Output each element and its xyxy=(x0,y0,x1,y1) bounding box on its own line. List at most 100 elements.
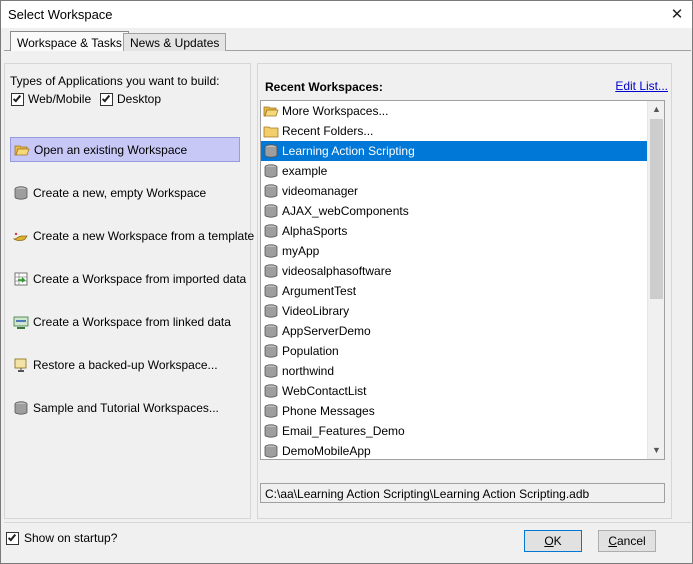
task-label: Open an existing Workspace xyxy=(34,142,188,157)
workspace-list-item[interactable]: Phone Messages xyxy=(261,401,647,421)
workspace-list-item[interactable]: northwind xyxy=(261,361,647,381)
database-icon xyxy=(263,163,279,179)
recent-workspaces-panel: Recent Workspaces: Edit List... More Wor… xyxy=(257,63,672,519)
show-on-startup-label: Show on startup? xyxy=(24,531,118,545)
task-create-from-linked[interactable]: Create a Workspace from linked data xyxy=(10,309,240,334)
task-create-from-imported[interactable]: Create a Workspace from imported data xyxy=(10,266,246,291)
scroll-thumb[interactable] xyxy=(650,119,663,299)
web-mobile-checkbox[interactable] xyxy=(11,92,24,106)
task-label: Create a new, empty Workspace xyxy=(33,185,207,200)
workspace-list-item[interactable]: DemoMobileApp xyxy=(261,441,647,459)
database-icon xyxy=(263,343,279,359)
database-icon xyxy=(263,223,279,239)
database-icon xyxy=(263,423,279,439)
workspace-list-item-label: AlphaSports xyxy=(282,224,348,238)
scroll-down-arrow[interactable]: ▼ xyxy=(648,442,664,459)
database-icon xyxy=(13,185,29,201)
scroll-up-arrow[interactable]: ▲ xyxy=(648,101,664,118)
task-create-empty[interactable]: Create a new, empty Workspace xyxy=(10,180,240,205)
database-icon xyxy=(13,400,29,416)
workspace-list-item[interactable]: videomanager xyxy=(261,181,647,201)
task-label: Create a new Workspace from a template xyxy=(33,228,255,243)
folder-icon xyxy=(263,123,279,139)
task-create-from-template[interactable]: Create a new Workspace from a template xyxy=(10,223,254,248)
tab-workspace-tasks[interactable]: Workspace & Tasks xyxy=(10,31,129,51)
import-data-icon xyxy=(13,271,29,287)
magic-lamp-icon xyxy=(12,228,29,244)
web-mobile-option[interactable]: Web/Mobile xyxy=(11,92,91,106)
workspace-list-item[interactable]: WebContactList xyxy=(261,381,647,401)
workspace-list-item-label: example xyxy=(282,164,328,178)
workspace-list-item[interactable]: Learning Action Scripting xyxy=(261,141,647,161)
database-icon xyxy=(263,443,279,459)
task-sample-tutorial[interactable]: Sample and Tutorial Workspaces... xyxy=(10,395,240,420)
task-restore-backup[interactable]: Restore a backed-up Workspace... xyxy=(10,352,240,377)
close-icon[interactable]: ✕ xyxy=(662,1,692,28)
workspace-list-item[interactable]: myApp xyxy=(261,241,647,261)
workspace-list-item[interactable]: ArgumentTest xyxy=(261,281,647,301)
workspace-list-item-label: Learning Action Scripting xyxy=(282,144,415,158)
workspace-list-item-label: DemoMobileApp xyxy=(282,444,371,458)
task-label: Create a Workspace from imported data xyxy=(33,271,247,286)
workspace-list-item[interactable]: AlphaSports xyxy=(261,221,647,241)
workspace-list-item[interactable]: Recent Folders... xyxy=(261,121,647,141)
database-icon xyxy=(263,263,279,279)
show-on-startup-option[interactable]: Show on startup? xyxy=(6,531,117,545)
database-icon xyxy=(263,303,279,319)
task-label: Create a Workspace from linked data xyxy=(33,314,231,329)
workspace-list-item-label: videosalphasoftware xyxy=(282,264,392,278)
select-workspace-dialog: Select Workspace ✕ Workspace & Tasks New… xyxy=(0,0,693,564)
folder-open-icon xyxy=(263,103,279,119)
workspace-list-item-label: More Workspaces... xyxy=(282,104,389,118)
tasks-panel: Types of Applications you want to build:… xyxy=(4,63,254,519)
task-label: Restore a backed-up Workspace... xyxy=(33,357,218,372)
database-icon xyxy=(263,383,279,399)
workspace-path-field: C:\aa\Learning Action Scripting\Learning… xyxy=(260,483,665,503)
workspace-list-item[interactable]: VideoLibrary xyxy=(261,301,647,321)
workspace-list-item[interactable]: videosalphasoftware xyxy=(261,261,647,281)
desktop-option[interactable]: Desktop xyxy=(100,92,161,106)
database-icon xyxy=(263,243,279,259)
desktop-label: Desktop xyxy=(117,92,162,106)
task-label: Sample and Tutorial Workspaces... xyxy=(33,400,219,415)
cancel-button[interactable]: Cancel xyxy=(598,530,656,552)
workspace-list-item-label: WebContactList xyxy=(282,384,367,398)
workspace-list-item-label: Phone Messages xyxy=(282,404,375,418)
workspace-list-item-label: VideoLibrary xyxy=(282,304,350,318)
recent-workspaces-list[interactable]: More Workspaces... Recent Folders... Learn… xyxy=(260,100,665,460)
workspace-list-item-label: AJAX_webComponents xyxy=(282,204,409,218)
database-icon xyxy=(263,323,279,339)
app-types-label: Types of Applications you want to build: xyxy=(10,74,220,88)
database-icon xyxy=(263,363,279,379)
show-on-startup-checkbox[interactable] xyxy=(6,531,19,545)
footer-divider xyxy=(4,522,691,523)
task-open-existing[interactable]: Open an existing Workspace xyxy=(10,137,240,162)
workspace-list-item-label: ArgumentTest xyxy=(282,284,357,298)
workspace-list-item-label: northwind xyxy=(282,364,335,378)
ok-button[interactable]: OK xyxy=(524,530,582,552)
database-icon xyxy=(263,203,279,219)
workspace-list-item-label: videomanager xyxy=(282,184,359,198)
database-icon xyxy=(263,403,279,419)
workspace-list-item[interactable]: example xyxy=(261,161,647,181)
workspace-list-item-label: Recent Folders... xyxy=(282,124,374,138)
restore-icon xyxy=(13,357,29,373)
workspace-list-item-label: Population xyxy=(282,344,339,358)
workspace-list-item-label: AppServerDemo xyxy=(282,324,371,338)
workspace-list-item-label: Email_Features_Demo xyxy=(282,424,405,438)
tab-news-updates[interactable]: News & Updates xyxy=(123,33,227,51)
workspace-list-item[interactable]: Email_Features_Demo xyxy=(261,421,647,441)
linked-data-icon xyxy=(13,314,29,330)
web-mobile-label: Web/Mobile xyxy=(28,92,92,106)
list-scrollbar[interactable]: ▲ ▼ xyxy=(647,101,664,459)
workspace-list-item[interactable]: AJAX_webComponents xyxy=(261,201,647,221)
database-icon xyxy=(263,143,279,159)
title-bar: Select Workspace ✕ xyxy=(1,1,692,28)
recent-workspaces-label: Recent Workspaces: xyxy=(265,80,383,94)
workspace-list-item-label: myApp xyxy=(282,244,320,258)
desktop-checkbox[interactable] xyxy=(100,92,113,106)
workspace-list-item[interactable]: AppServerDemo xyxy=(261,321,647,341)
workspace-list-item[interactable]: Population xyxy=(261,341,647,361)
workspace-list-item[interactable]: More Workspaces... xyxy=(261,101,647,121)
edit-list-link[interactable]: Edit List... xyxy=(615,79,668,93)
